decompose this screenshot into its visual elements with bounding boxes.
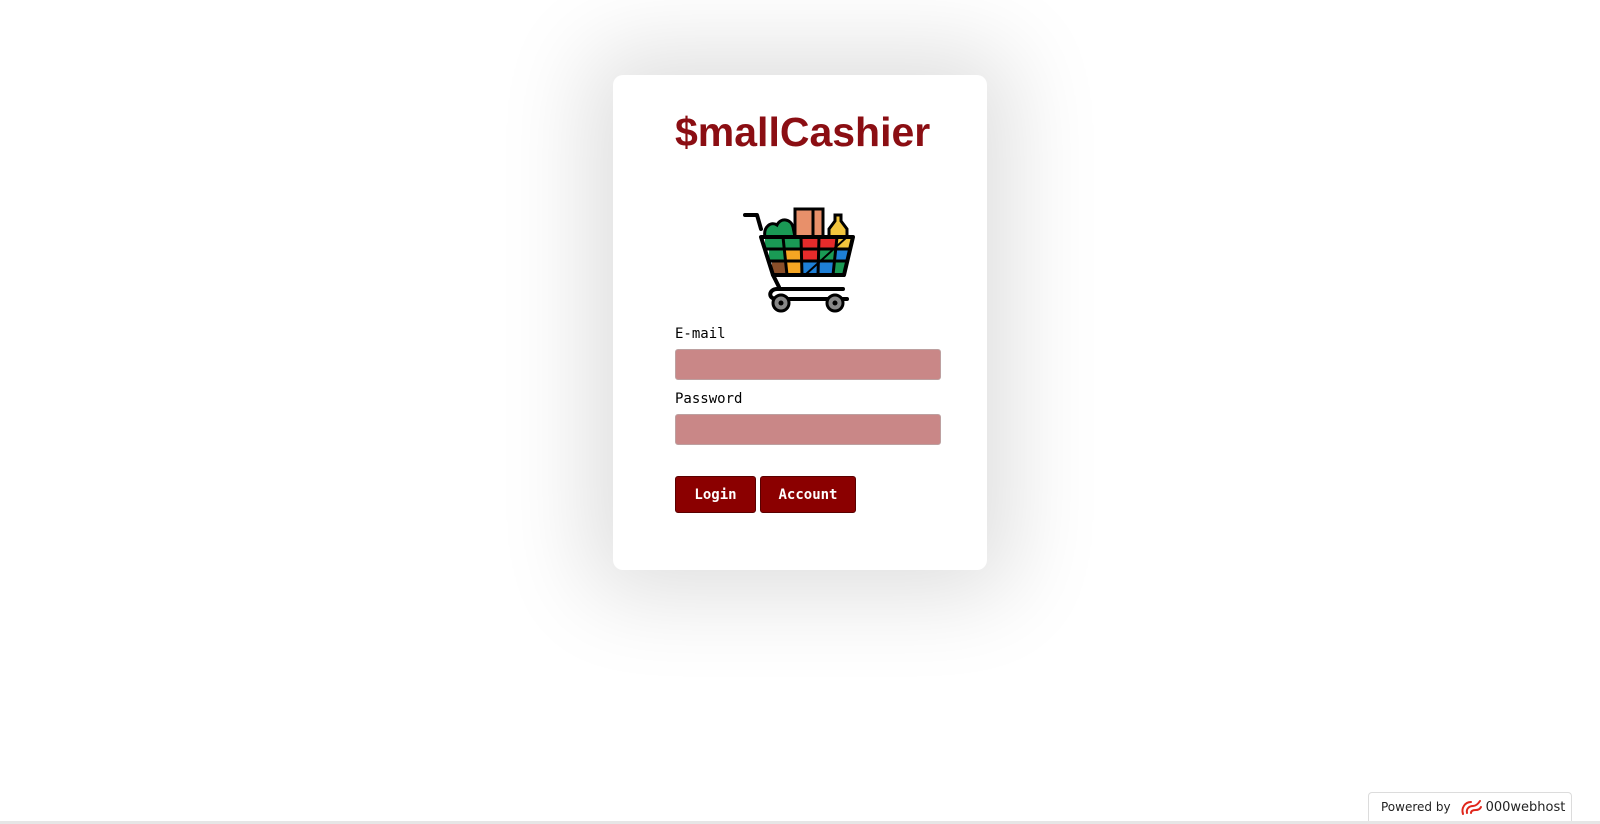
login-card: $mallCashier E-mail Password Login Accou… [613,75,987,570]
host-name: 000webhost [1485,799,1566,815]
login-button[interactable]: Login [675,476,756,513]
account-button[interactable]: Account [760,476,856,513]
app-title: $mallCashier [675,109,931,155]
password-label: Password [675,391,743,407]
password-field[interactable] [675,414,941,445]
email-label: E-mail [675,326,726,342]
email-field[interactable] [675,349,941,380]
shopping-cart-icon [743,207,855,313]
powered-by-text: Powered by [1381,800,1451,814]
000webhost-logo-icon [1461,800,1482,815]
powered-by-badge[interactable]: Powered by 000webhost [1368,792,1572,821]
